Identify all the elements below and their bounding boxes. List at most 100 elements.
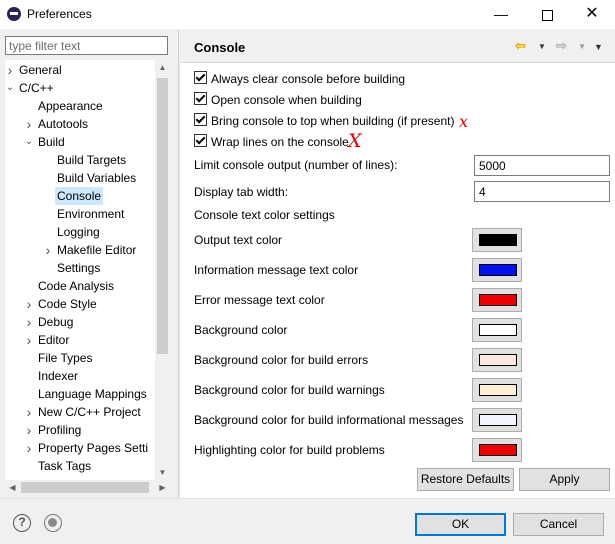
color-setting-label: Background color [194, 323, 288, 337]
bring-console-to-top-checkbox[interactable]: Bring console to top when building (if p… [194, 112, 454, 128]
checkbox-checked-icon[interactable] [194, 92, 207, 106]
tree-item-label: Property Pages Setti [38, 441, 149, 455]
console-settings-panel [180, 63, 615, 498]
tree-item-label: Editor [38, 333, 70, 347]
limit-output-field[interactable] [474, 155, 610, 176]
expand-arrow-icon[interactable]: › [24, 403, 34, 421]
scroll-left-icon[interactable]: ◀ [5, 480, 20, 495]
red-x-annotation: x [459, 112, 469, 131]
maximize-icon [541, 9, 553, 21]
back-history-dropdown-icon[interactable]: ▼ [538, 39, 546, 55]
tree-item-label: File Types [38, 351, 93, 365]
tab-width-input[interactable] [479, 183, 607, 200]
scroll-right-icon[interactable]: ▶ [155, 480, 170, 495]
color-setting-label: Background color for build warnings [194, 383, 385, 397]
color-setting-label: Information message text color [194, 263, 359, 277]
tree-vertical-scrollbar[interactable]: ▲ ▼ [155, 60, 170, 480]
color-swatch [479, 294, 517, 306]
expand-arrow-icon[interactable]: › [24, 331, 34, 349]
color-picker-button[interactable] [472, 438, 522, 462]
tree-item-label: Language Mappings [38, 387, 147, 401]
forward-history-dropdown-icon[interactable]: ▼ [578, 39, 586, 55]
checkbox-checked-icon[interactable] [194, 71, 207, 85]
wrap-lines-checkbox[interactable]: Wrap lines on the console [194, 133, 349, 149]
color-setting-label: Background color for build errors [194, 353, 369, 367]
tree-item-label: Debug [38, 315, 74, 329]
expand-arrow-icon[interactable]: › [24, 439, 34, 457]
tree-item-label: Logging [57, 225, 100, 239]
tree-item-label: Task Tags [38, 459, 92, 473]
tree-item-label: Code Style [38, 297, 97, 311]
collapse-arrow-icon[interactable]: ⌄ [5, 79, 15, 97]
tree-item-label: Autotools [38, 117, 89, 131]
color-setting-label: Output text color [194, 233, 283, 247]
checkbox-checked-icon[interactable] [194, 113, 207, 127]
expand-arrow-icon[interactable]: › [5, 61, 15, 79]
expand-arrow-icon[interactable]: › [24, 421, 34, 439]
collapse-arrow-icon[interactable]: ⌄ [24, 133, 34, 151]
color-picker-button[interactable] [472, 288, 522, 312]
tab-width-label: Display tab width: [194, 185, 289, 199]
tree-item-label: Profiling [38, 423, 82, 437]
color-swatch [479, 354, 517, 366]
color-setting-label: Background color for build informational… [194, 413, 464, 427]
tree-item-label: New C/C++ Project [38, 405, 141, 419]
color-swatch [479, 444, 517, 456]
back-arrow-icon[interactable]: ⇦ [515, 38, 526, 54]
expand-arrow-icon[interactable]: › [24, 295, 34, 313]
color-picker-button[interactable] [472, 408, 522, 432]
scroll-thumb[interactable] [157, 78, 168, 354]
ok-button[interactable]: OK [415, 513, 506, 536]
tree-item-label: Build [38, 135, 65, 149]
color-swatch [479, 414, 517, 426]
help-icon[interactable]: ? [13, 514, 31, 532]
expand-arrow-icon[interactable]: › [43, 241, 53, 259]
color-picker-button[interactable] [472, 378, 522, 402]
tree-item-label: Console [55, 187, 104, 205]
color-settings-heading: Console text color settings [194, 208, 335, 222]
scroll-down-icon[interactable]: ▼ [155, 465, 170, 480]
open-console-checkbox[interactable]: Open console when building [194, 91, 362, 107]
red-x-annotation: X [348, 130, 362, 152]
checkbox-label: Bring console to top when building (if p… [211, 113, 455, 128]
color-picker-button[interactable] [472, 318, 522, 342]
close-button[interactable]: ✕ [569, 0, 615, 29]
minimize-button[interactable]: — [478, 0, 524, 29]
view-menu-icon[interactable]: ▼ [594, 39, 603, 55]
title-bar: Preferences — ✕ [0, 0, 615, 29]
color-swatch [479, 264, 517, 276]
always-clear-console-checkbox[interactable]: Always clear console before building [194, 70, 405, 86]
color-picker-button[interactable] [472, 228, 522, 252]
tree-item-label: Environment [57, 207, 125, 221]
preference-tree[interactable]: › General ⌄ C/C++ Appearance › Autotools ⌄ Build… [5, 60, 170, 480]
split-divider[interactable] [178, 30, 179, 498]
hscroll-thumb[interactable] [21, 482, 149, 493]
color-picker-button[interactable] [472, 348, 522, 372]
forward-arrow-icon[interactable]: ⇨ [556, 38, 567, 54]
color-swatch [479, 384, 517, 396]
color-setting-label: Error message text color [194, 293, 325, 307]
restore-defaults-button[interactable]: Restore Defaults [417, 468, 514, 491]
maximize-button[interactable] [524, 0, 570, 29]
tree-item-label: Build Targets [57, 153, 127, 167]
apply-button[interactable]: Apply [519, 468, 610, 491]
tab-width-field[interactable] [474, 181, 610, 202]
tree-item-label: Makefile Editor [57, 243, 137, 257]
tree-item-label: Build Variables [57, 171, 137, 185]
color-picker-button[interactable] [472, 258, 522, 282]
checkbox-label: Open console when building [211, 92, 362, 107]
expand-arrow-icon[interactable]: › [24, 115, 34, 133]
limit-output-input[interactable] [479, 157, 607, 174]
expand-arrow-icon[interactable]: › [24, 313, 34, 331]
limit-output-label: Limit console output (number of lines): [194, 158, 398, 172]
color-setting-label: Highlighting color for build problems [194, 443, 385, 457]
filter-input[interactable] [9, 38, 164, 53]
checkbox-checked-icon[interactable] [194, 134, 207, 148]
filter-field[interactable] [5, 36, 168, 55]
tree-horizontal-scrollbar[interactable]: ◀ ▶ [5, 480, 170, 495]
tree-item-label: Appearance [38, 99, 103, 113]
import-export-icon[interactable] [44, 514, 62, 532]
footer-divider [0, 498, 615, 499]
cancel-button[interactable]: Cancel [513, 513, 604, 536]
scroll-up-icon[interactable]: ▲ [155, 60, 170, 75]
